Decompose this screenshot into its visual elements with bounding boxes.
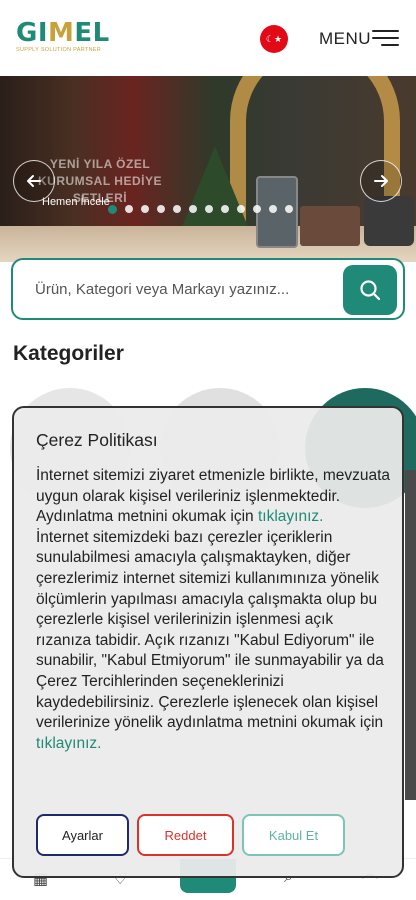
- search-bar: [11, 258, 405, 320]
- arrow-right-icon: [374, 175, 388, 187]
- page: GIMEL SUPPLY SOLUTION PARTNER ☾★ MENU YE…: [0, 0, 416, 900]
- slider-dot[interactable]: [285, 205, 293, 213]
- search-button[interactable]: [343, 265, 397, 315]
- gift-bag-image: [364, 196, 414, 246]
- categories-title: Kategoriler: [13, 342, 124, 365]
- slider-dot[interactable]: [157, 205, 165, 213]
- gift-box-image: [300, 206, 360, 246]
- modal-paragraph-2: İnternet sitemizdeki bazı çerezler içeri…: [36, 528, 384, 732]
- arrow-left-icon: [27, 175, 41, 187]
- reject-button[interactable]: Reddet: [137, 814, 234, 856]
- privacy-notice-link-2[interactable]: tıklayınız.: [36, 735, 101, 752]
- slider-dot[interactable]: [141, 205, 149, 213]
- slider-pagination: [108, 205, 293, 214]
- slider-dot[interactable]: [253, 205, 261, 213]
- modal-body: İnternet sitemizi ziyaret etmenizle birl…: [36, 466, 391, 754]
- logo-wordmark: GIMEL: [16, 18, 110, 48]
- hamburger-menu-icon[interactable]: [372, 30, 399, 46]
- menu-label[interactable]: MENU: [319, 29, 371, 49]
- slider-prev-button[interactable]: [13, 160, 55, 202]
- hero-slider: YENİ YILA ÖZEL KURUMSAL HEDİYE SETLERİ H…: [0, 76, 416, 262]
- slider-dot[interactable]: [269, 205, 277, 213]
- site-header: GIMEL SUPPLY SOLUTION PARTNER ☾★ MENU: [0, 0, 416, 76]
- turkey-flag-icon[interactable]: ☾★: [260, 25, 288, 53]
- settings-button[interactable]: Ayarlar: [36, 814, 129, 856]
- slider-dot[interactable]: [173, 205, 181, 213]
- slider-dot[interactable]: [125, 205, 133, 213]
- slider-dot[interactable]: [221, 205, 229, 213]
- privacy-notice-link[interactable]: tıklayınız.: [258, 508, 323, 525]
- hero-cta-link[interactable]: Hemen İncele: [42, 196, 110, 208]
- accept-button[interactable]: Kabul Et: [242, 814, 345, 856]
- logo[interactable]: GIMEL SUPPLY SOLUTION PARTNER: [16, 20, 110, 53]
- slider-dot[interactable]: [189, 205, 197, 213]
- slider-next-button[interactable]: [360, 160, 402, 202]
- cookie-policy-modal: Çerez Politikası İnternet sitemizi ziyar…: [12, 406, 404, 878]
- modal-paragraph-1: İnternet sitemizi ziyaret etmenizle birl…: [36, 467, 391, 526]
- search-input[interactable]: [35, 281, 335, 298]
- modal-title: Çerez Politikası: [36, 430, 158, 450]
- background-content: [405, 470, 416, 800]
- slider-dot[interactable]: [108, 205, 117, 214]
- slider-dot[interactable]: [237, 205, 245, 213]
- slider-dot[interactable]: [205, 205, 213, 213]
- search-icon: [360, 280, 381, 301]
- logo-tagline: SUPPLY SOLUTION PARTNER: [16, 47, 102, 53]
